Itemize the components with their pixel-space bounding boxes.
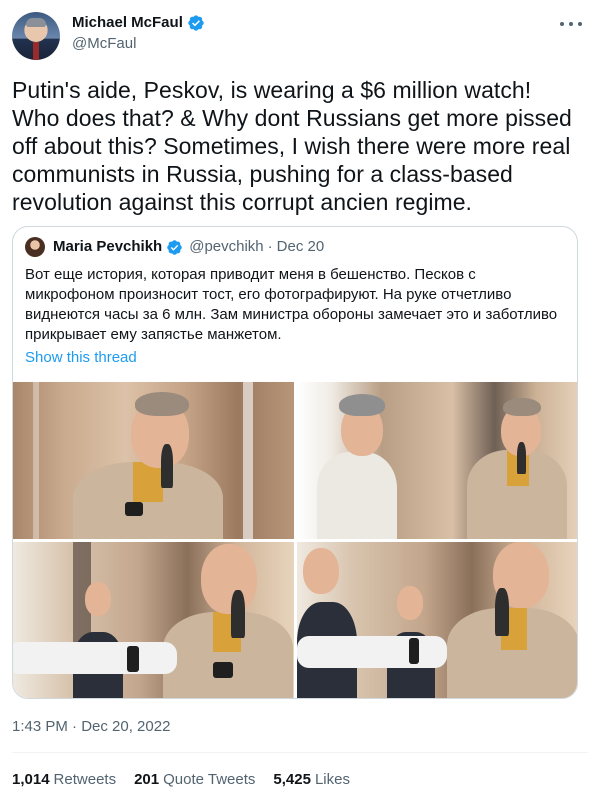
show-thread-link[interactable]: Show this thread [25, 348, 137, 368]
author-display-name[interactable]: Michael McFaul [72, 13, 183, 33]
verified-badge-icon [188, 15, 204, 31]
verified-badge-icon [167, 239, 182, 255]
quoted-tweet-card[interactable]: Maria Pevchikh @pevchikh · Dec 20 Вот ещ… [12, 226, 578, 699]
more-options-icon[interactable] [560, 14, 582, 34]
retweets-label: Retweets [53, 771, 117, 788]
photo-4[interactable] [297, 542, 577, 698]
quoted-author-name: Maria Pevchikh [53, 238, 163, 255]
quote-tweets-count: 201 [134, 771, 160, 788]
photo-1[interactable] [13, 382, 294, 539]
likes-count: 5,425 [273, 771, 311, 788]
photo-grid [13, 382, 577, 698]
author-name-row: Michael McFaul [72, 13, 205, 33]
quoted-tweet-text: Вот еще история, которая приводит меня в… [25, 266, 558, 343]
author-handle[interactable]: @McFaul [72, 34, 136, 54]
retweets-count: 1,014 [12, 771, 50, 788]
tweet: Michael McFaul @McFaul Putin's aide, Pes… [0, 0, 600, 802]
quoted-tweet-header: Maria Pevchikh @pevchikh · Dec 20 [25, 237, 324, 257]
quote-tweets-label: Quote Tweets [163, 771, 256, 788]
divider [12, 752, 588, 753]
photo-3[interactable] [13, 542, 294, 698]
photo-2[interactable] [297, 382, 577, 539]
quoted-author-avatar [25, 237, 45, 257]
quote-tweets-stat[interactable]: 201 Quote Tweets [134, 770, 255, 790]
tweet-timestamp[interactable]: 1:43 PM · Dec 20, 2022 [12, 717, 170, 737]
likes-label: Likes [314, 771, 350, 788]
author-avatar[interactable] [12, 12, 60, 60]
quoted-author-handle: @pevchikh [189, 238, 264, 255]
quoted-date: Dec 20 [276, 238, 325, 255]
retweets-stat[interactable]: 1,014 Retweets [12, 770, 116, 790]
quoted-separator: · [267, 238, 273, 255]
likes-stat[interactable]: 5,425 Likes [273, 770, 350, 790]
engagement-stats: 1,014 Retweets 201 Quote Tweets 5,425 Likes [12, 770, 350, 790]
tweet-text: Putin's aide, Peskov, is wearing a $6 mi… [12, 77, 572, 215]
